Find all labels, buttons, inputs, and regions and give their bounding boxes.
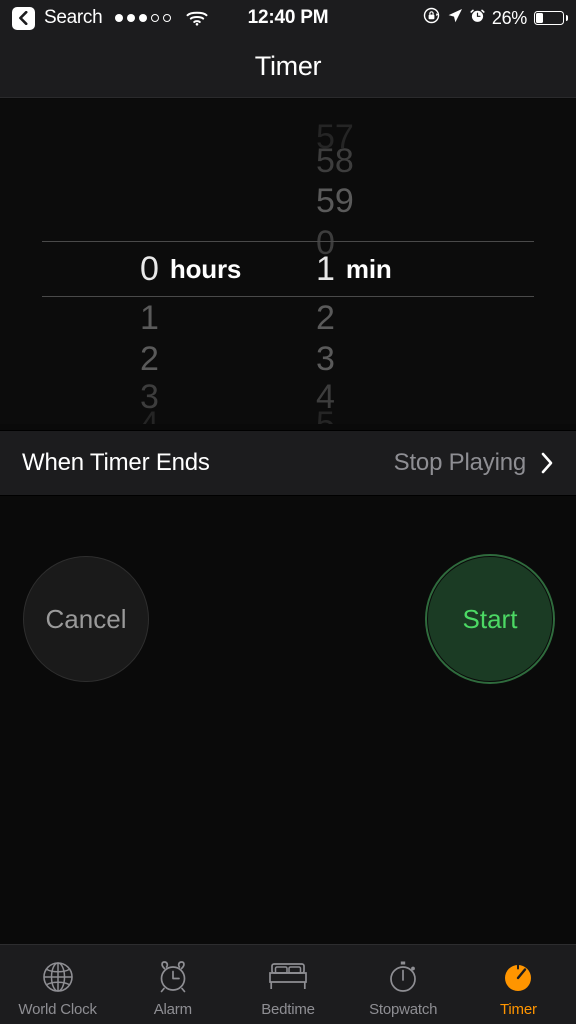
status-bar: Search 12:40 PM 26% <box>0 0 576 36</box>
when-timer-ends-value: Stop Playing <box>393 449 527 476</box>
tab-bedtime[interactable]: Bedtime <box>230 945 345 1024</box>
tab-stopwatch[interactable]: Stopwatch <box>346 945 461 1024</box>
hours-option[interactable]: 2 <box>0 339 288 380</box>
tab-label-bedtime: Bedtime <box>261 1000 315 1018</box>
picker-selected-row: 0 hours 1 min <box>0 241 576 297</box>
tab-label-stopwatch: Stopwatch <box>369 1000 438 1018</box>
timer-screen: Search 12:40 PM 26% Timer 1 2 3 4 57 58 … <box>0 0 576 1024</box>
when-timer-ends-label: When Timer Ends <box>22 449 210 476</box>
minutes-option[interactable]: 2 <box>288 298 576 339</box>
globe-icon <box>40 958 76 996</box>
duration-picker[interactable]: 1 2 3 4 57 58 59 0 2 3 4 5 0 hours 1 min <box>0 99 576 424</box>
status-bar-left: Search <box>12 6 288 30</box>
when-timer-ends-right: Stop Playing <box>394 449 554 477</box>
rotation-lock-icon <box>423 7 440 29</box>
minutes-value: 1 <box>316 249 335 288</box>
navigation-bar: Timer <box>0 36 576 98</box>
battery-icon <box>534 11 568 25</box>
stopwatch-icon <box>385 958 421 996</box>
cancel-button[interactable]: Cancel <box>23 556 149 682</box>
wifi-icon <box>186 10 208 26</box>
start-button[interactable]: Start <box>427 556 553 682</box>
alarm-clock-icon <box>470 8 485 28</box>
tab-world-clock[interactable]: World Clock <box>0 945 115 1024</box>
minutes-option[interactable]: 3 <box>288 339 576 380</box>
tab-label-world-clock: World Clock <box>18 1000 97 1018</box>
status-bar-right: 26% <box>288 7 568 29</box>
minutes-unit-label: min <box>345 253 392 284</box>
tab-timer[interactable]: Timer <box>461 945 576 1024</box>
minutes-option[interactable]: 5 <box>288 404 576 424</box>
hours-value: 0 <box>140 249 159 288</box>
signal-strength-icon <box>115 14 172 22</box>
chevron-right-icon <box>540 451 554 475</box>
hours-selected: 0 hours <box>0 241 288 297</box>
minutes-option[interactable]: 59 <box>288 181 576 222</box>
alarm-clock-icon <box>155 958 191 996</box>
timer-icon <box>500 958 536 996</box>
action-buttons: Cancel Start <box>0 496 576 944</box>
back-chevron-icon[interactable] <box>12 6 35 30</box>
minutes-option[interactable]: 58 <box>288 141 576 182</box>
bed-icon <box>268 958 308 996</box>
carrier-label: Search <box>44 7 103 28</box>
tab-label-alarm: Alarm <box>153 1000 192 1018</box>
hours-option[interactable]: 4 <box>0 404 288 424</box>
minutes-selected: 1 min <box>288 241 576 297</box>
hours-option[interactable]: 1 <box>0 298 288 339</box>
tab-label-timer: Timer <box>500 1000 537 1018</box>
location-arrow-icon <box>447 8 463 29</box>
page-title: Timer <box>254 51 322 81</box>
tab-alarm[interactable]: Alarm <box>115 945 230 1024</box>
hours-unit-label: hours <box>169 253 242 284</box>
tab-bar: World Clock Alarm Bedtime Stopwatch Time… <box>0 944 576 1024</box>
battery-percent-label: 26% <box>491 7 527 28</box>
when-timer-ends-row[interactable]: When Timer Ends Stop Playing <box>0 430 576 496</box>
